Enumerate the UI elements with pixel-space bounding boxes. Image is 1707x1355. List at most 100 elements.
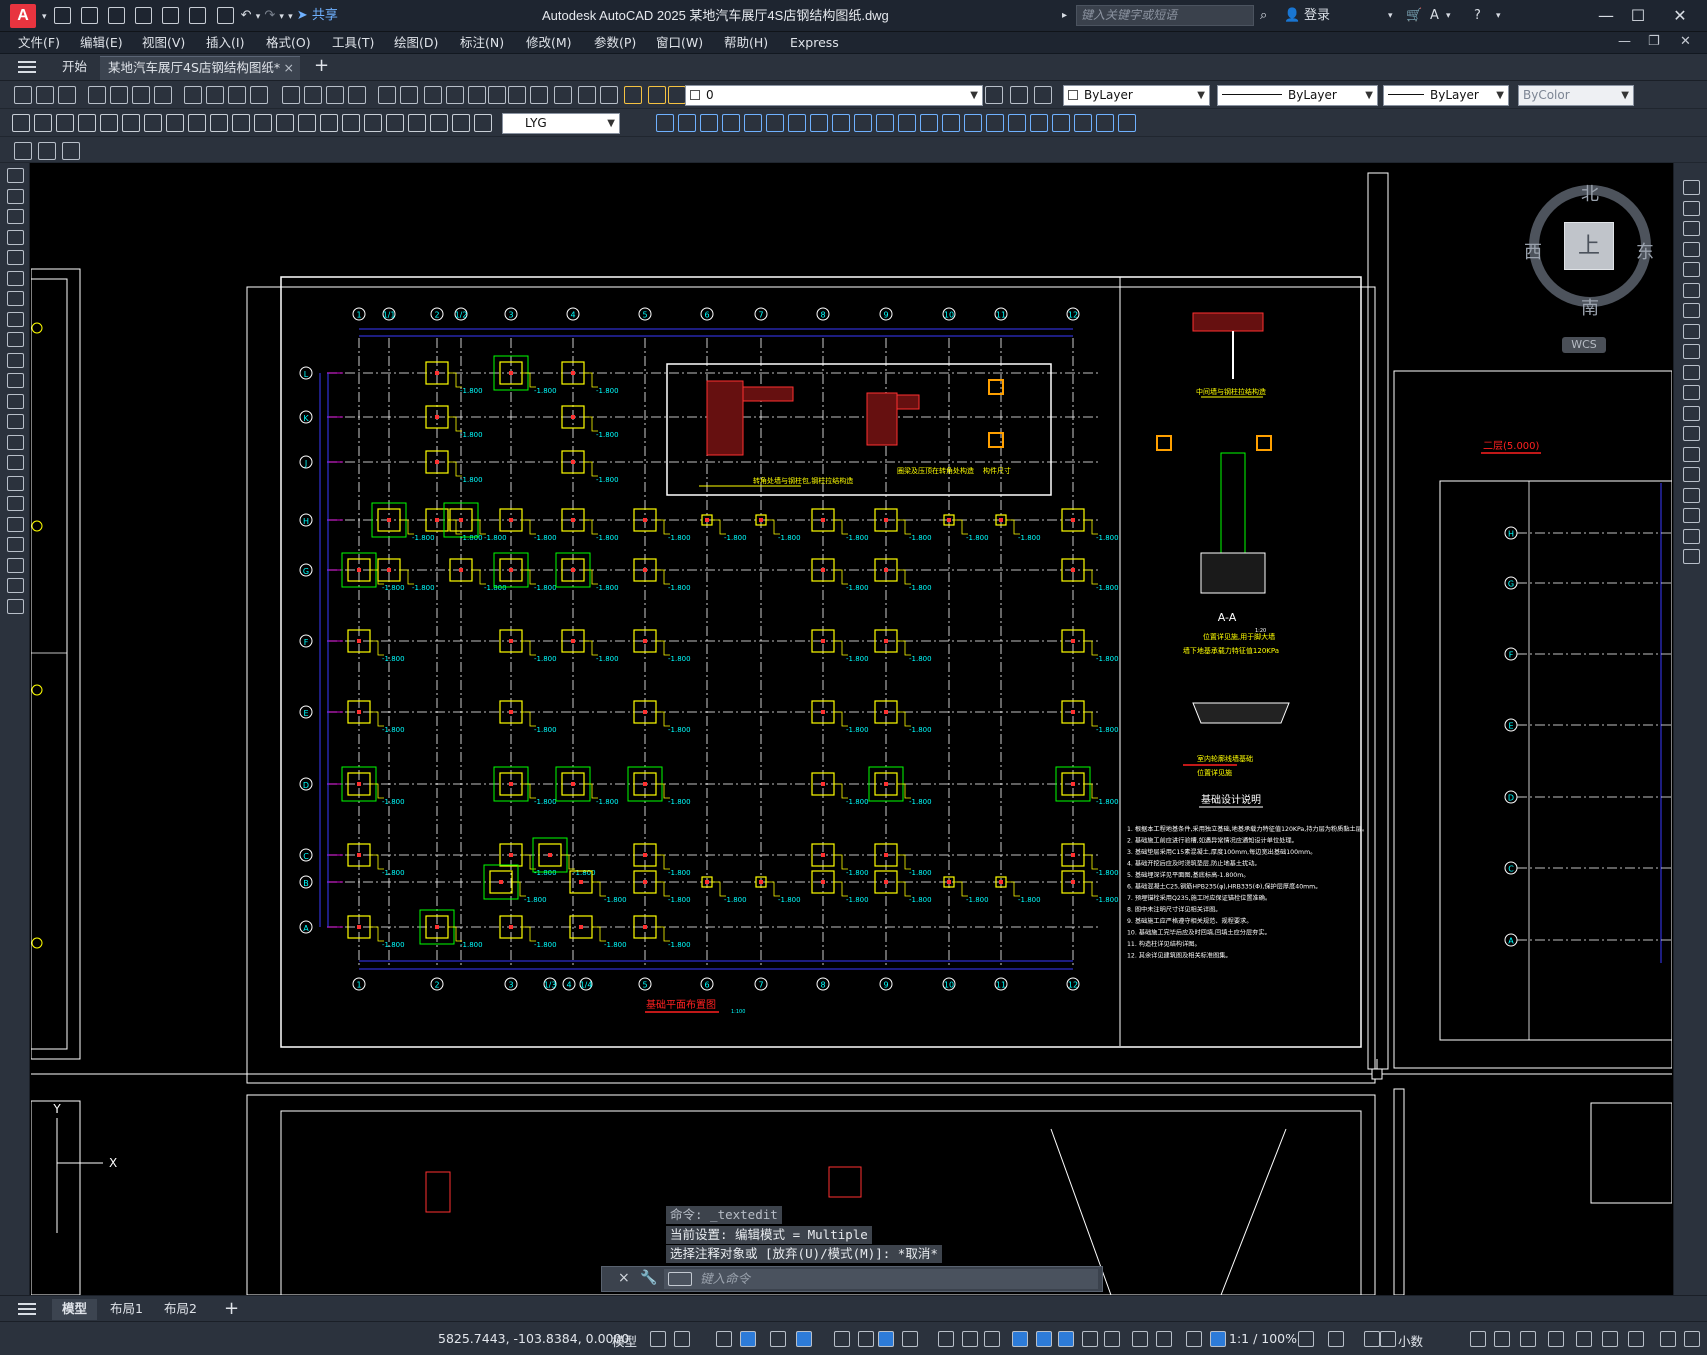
menu-tools[interactable]: 工具(T)	[332, 35, 374, 51]
tolerance-icon[interactable]	[298, 114, 316, 132]
layer-on-icon[interactable]	[648, 86, 666, 104]
3d-subtract-icon[interactable]	[700, 114, 718, 132]
undo-chevron-icon[interactable]: ▾	[256, 12, 261, 22]
pan-icon[interactable]	[378, 86, 396, 104]
hatch-icon[interactable]	[7, 455, 24, 470]
copy-object-icon[interactable]	[1683, 200, 1700, 216]
login-button[interactable]: 登录	[1304, 6, 1330, 26]
jogged-dim-icon[interactable]	[1074, 114, 1092, 132]
insert-block-icon[interactable]	[7, 393, 24, 409]
3d-union-icon[interactable]	[678, 114, 696, 132]
text-style-dropdown[interactable]: LYG ▼	[502, 113, 620, 134]
login-chevron-icon[interactable]: ▾	[1388, 6, 1393, 26]
tab-model[interactable]: 模型	[52, 1299, 98, 1320]
layout-icon[interactable]	[1520, 1331, 1536, 1347]
model-space-toggle[interactable]: 模型	[612, 1331, 637, 1350]
dim-break-icon[interactable]	[276, 114, 294, 132]
viewcube-top-face[interactable]: 上	[1564, 222, 1614, 270]
app-menu-chevron-icon[interactable]: ▾	[42, 12, 47, 22]
open-web-icon[interactable]	[162, 7, 180, 24]
inspection-icon[interactable]	[342, 114, 360, 132]
aligned-dim-icon[interactable]	[986, 114, 1004, 132]
linetype-dropdown[interactable]: ByLayer ▼	[1217, 85, 1378, 106]
menu-parametric[interactable]: 参数(P)	[594, 35, 636, 51]
isodraft-toggle[interactable]	[834, 1331, 850, 1347]
selection-cycling-toggle[interactable]	[962, 1331, 978, 1347]
3d-cylinder-icon[interactable]	[656, 114, 674, 132]
hardware-accel-toggle[interactable]	[1364, 1331, 1380, 1347]
3d-box-icon[interactable]	[474, 114, 492, 132]
save-icon[interactable]	[107, 7, 125, 24]
multiline-text-icon[interactable]	[7, 537, 24, 552]
auto-scale-toggle[interactable]	[1104, 1331, 1120, 1347]
rectangle-icon[interactable]	[7, 250, 24, 265]
baseline-dim-icon[interactable]	[210, 114, 228, 132]
plotstyle-dropdown[interactable]: ByColor ▼	[1518, 85, 1634, 106]
stretch-icon[interactable]	[1683, 344, 1700, 359]
menu-draw[interactable]: 绘图(D)	[394, 35, 438, 51]
redo-icon[interactable]	[326, 86, 344, 104]
wrench-icon[interactable]: 🔧	[640, 1270, 657, 1286]
extend-icon[interactable]	[1683, 385, 1700, 400]
view-icon[interactable]	[452, 114, 470, 132]
chamfer-icon[interactable]	[1683, 467, 1700, 482]
point-icon[interactable]	[7, 434, 24, 450]
menu-help[interactable]: 帮助(H)	[724, 35, 768, 51]
search-expand-icon[interactable]: ▸	[1062, 6, 1067, 26]
save-icon[interactable]	[58, 86, 76, 104]
autocad-logo[interactable]: A	[10, 4, 36, 28]
doc-minimize-button[interactable]: —	[1618, 34, 1631, 49]
object-snap-tracking-toggle[interactable]	[858, 1331, 874, 1347]
hamburger-menu-icon[interactable]	[18, 59, 36, 75]
3d-osnap-toggle[interactable]	[984, 1331, 1000, 1347]
layer-status-icon[interactable]	[1602, 1331, 1618, 1347]
region-icon[interactable]	[7, 496, 24, 511]
isolate-objects-toggle[interactable]	[1328, 1331, 1344, 1347]
revision-cloud-icon[interactable]	[7, 311, 24, 327]
line-icon[interactable]	[7, 578, 24, 593]
make-block-icon[interactable]	[7, 414, 24, 429]
ucs-world-icon[interactable]	[38, 142, 56, 160]
paste-icon[interactable]	[228, 86, 246, 104]
customize-chevron-icon[interactable]: ▾	[288, 12, 293, 22]
menu-file[interactable]: 文件(F)	[18, 35, 60, 51]
move-icon[interactable]	[1683, 282, 1700, 298]
annotation-monitor-toggle[interactable]	[1156, 1331, 1172, 1347]
sweep-icon[interactable]	[788, 114, 806, 132]
linear-dim-icon[interactable]	[12, 114, 30, 132]
viewcube[interactable]: 北 西 东 南 上 WCS	[1520, 170, 1660, 353]
shell-icon[interactable]	[876, 114, 894, 132]
publish-icon[interactable]	[132, 86, 150, 104]
imprint-icon[interactable]	[898, 114, 916, 132]
dim-space-icon[interactable]	[254, 114, 272, 132]
dim-update-icon[interactable]	[430, 114, 448, 132]
color-dropdown[interactable]: ByLayer ▼	[1063, 85, 1210, 106]
ellipse-icon[interactable]	[7, 352, 24, 368]
command-input[interactable]: 键入命令	[664, 1269, 1098, 1289]
help-icon[interactable]: ?	[1474, 6, 1481, 26]
lineweight-toggle[interactable]	[902, 1331, 918, 1347]
zoom-realtime-icon[interactable]	[400, 86, 418, 104]
zoom-window-icon[interactable]	[424, 86, 442, 104]
plot-preview-icon[interactable]	[110, 86, 128, 104]
draworder-icon[interactable]	[1683, 549, 1700, 564]
tab-layout2[interactable]: 布局2	[154, 1299, 207, 1320]
workspace-switch[interactable]	[1132, 1331, 1148, 1347]
jogged-dim-icon[interactable]	[122, 114, 140, 132]
user-icon[interactable]: 👤	[1284, 6, 1300, 26]
polyline-icon[interactable]	[7, 209, 24, 224]
3d-print-icon[interactable]	[154, 86, 172, 104]
infer-constraints-toggle[interactable]	[716, 1331, 732, 1347]
share-icon[interactable]: ➤	[297, 8, 308, 23]
units-toggle[interactable]	[1186, 1331, 1202, 1347]
help-chevron-icon[interactable]: ▾	[1496, 6, 1501, 26]
radius-dim-icon[interactable]	[1052, 114, 1070, 132]
join-icon[interactable]	[1683, 446, 1700, 462]
autodesk-account-icon[interactable]: A	[1430, 6, 1439, 26]
construction-line-icon[interactable]	[7, 598, 24, 614]
search-icon[interactable]: ⌕	[1260, 6, 1267, 26]
tab-close-icon[interactable]: ×	[284, 57, 294, 79]
spline-icon[interactable]	[7, 332, 24, 347]
menu-modify[interactable]: 修改(M)	[526, 35, 572, 51]
break-icon[interactable]	[1683, 426, 1700, 441]
